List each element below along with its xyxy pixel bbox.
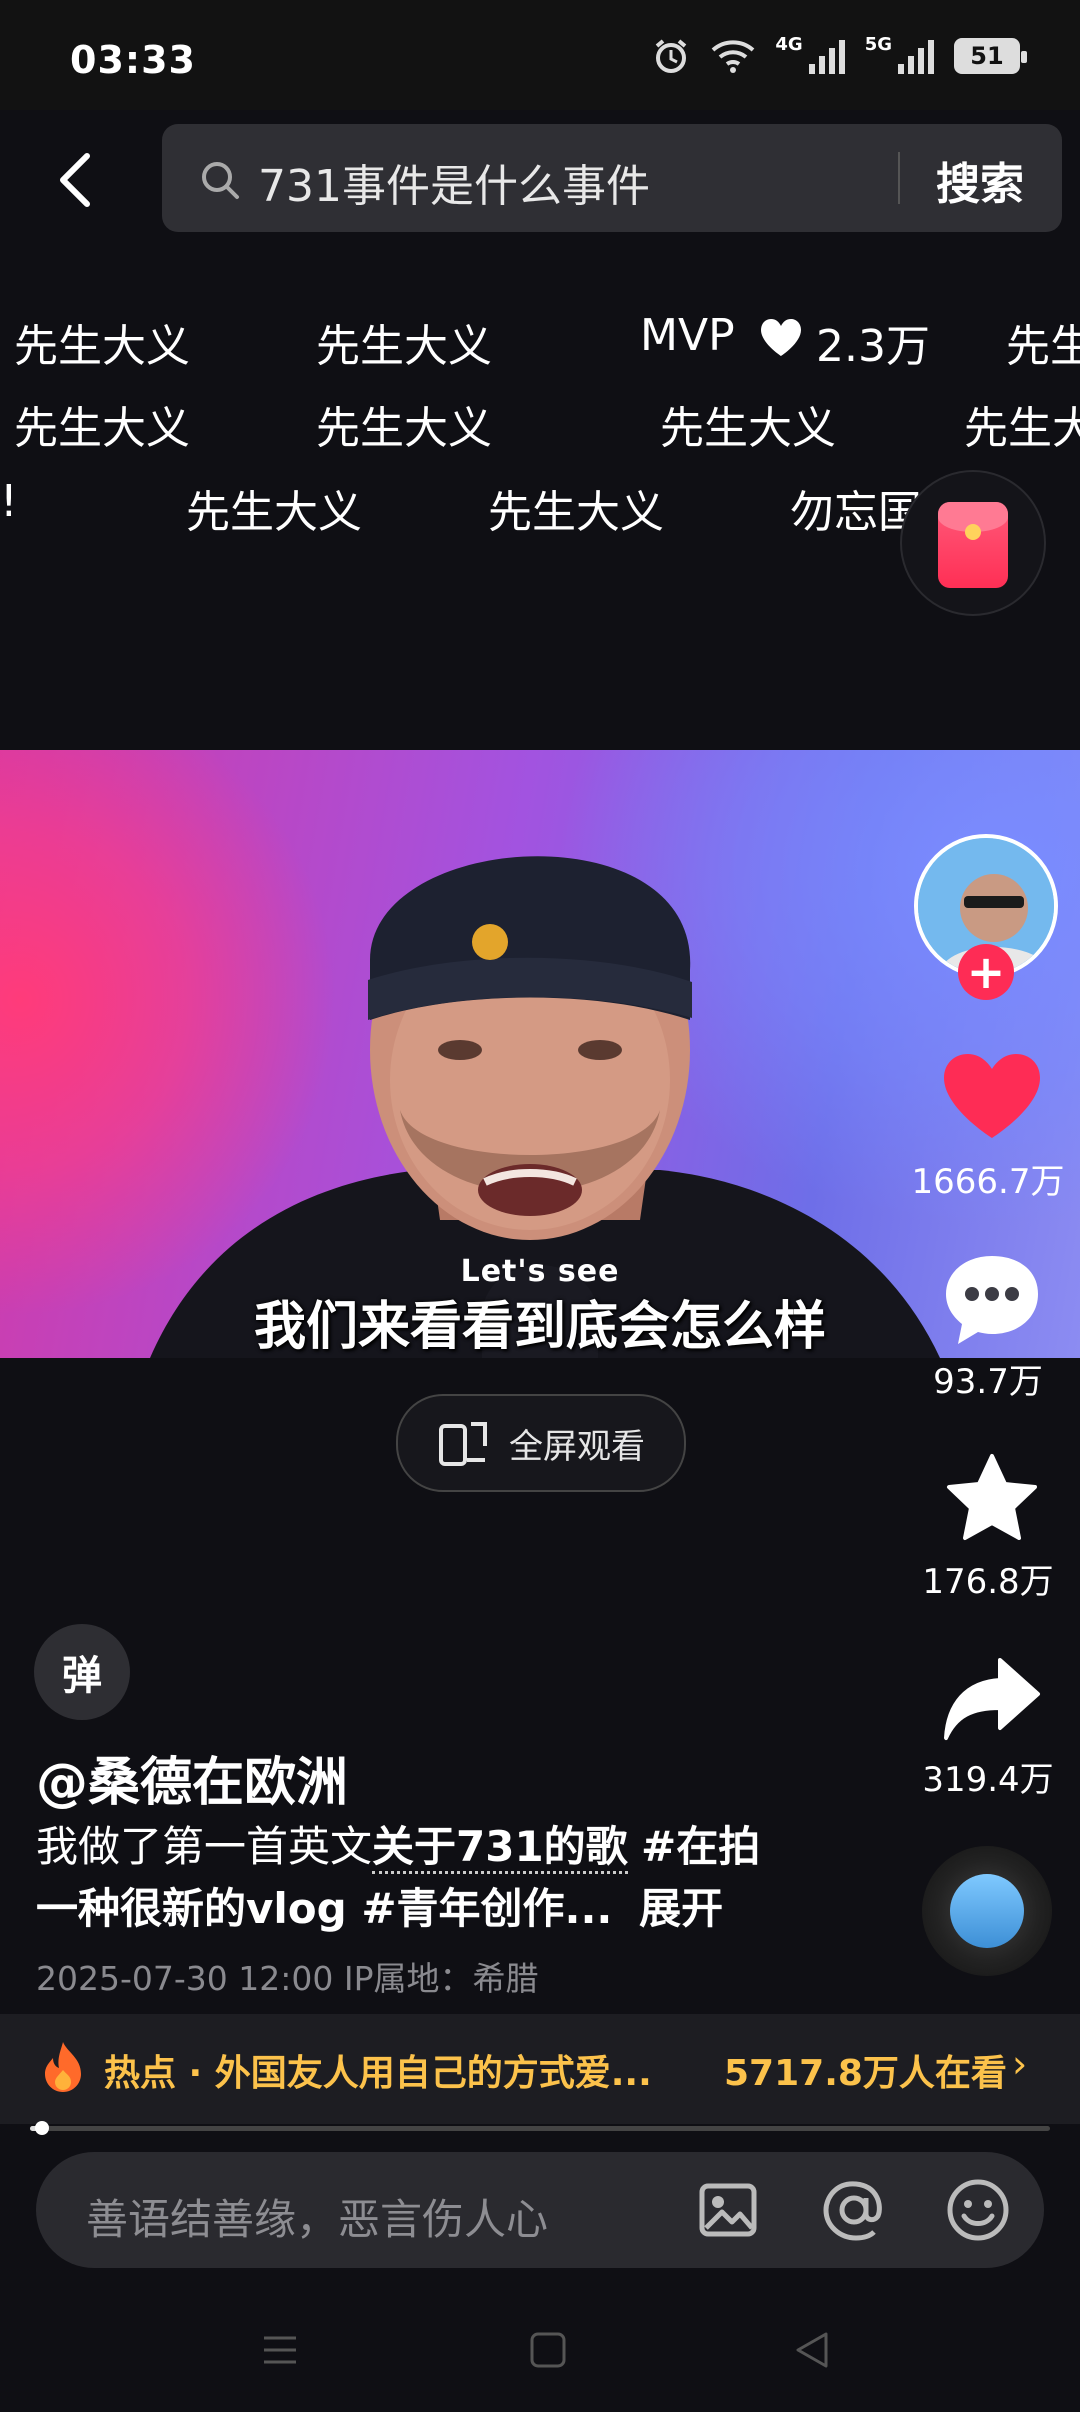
search-box[interactable]: 731事件是什么事件 搜索: [162, 124, 1062, 232]
danmaku-comment: 先生大义: [316, 403, 492, 454]
description-link[interactable]: 关于731的歌: [372, 1822, 628, 1874]
back-triangle-icon[interactable]: [792, 2330, 832, 2374]
like-count: 1666.7万: [911, 1162, 1065, 1202]
danmaku-comment: 先生大: [964, 403, 1080, 454]
danmaku-comment: 先生大义: [186, 487, 362, 538]
author-name[interactable]: @桑德在欧洲: [36, 1740, 348, 1815]
network-5g-label: 5G: [864, 33, 892, 55]
signal-5g-icon: [896, 36, 936, 76]
danmaku-toggle-button[interactable]: 弹: [34, 1624, 130, 1720]
fullscreen-label: 全屏观看: [509, 1426, 645, 1467]
red-packet-button[interactable]: [900, 470, 1046, 616]
wifi-icon: [709, 36, 757, 76]
search-button[interactable]: 搜索: [936, 148, 1024, 212]
expand-button[interactable]: 展开: [639, 1884, 723, 1933]
danmaku-likes: 2.3万: [816, 321, 930, 372]
comment-count: 93.7万: [933, 1362, 1043, 1402]
share-count: 319.4万: [922, 1760, 1054, 1800]
menu-icon[interactable]: [260, 2330, 300, 2374]
alarm-icon: [651, 36, 691, 76]
comment-button[interactable]: [902, 1250, 1080, 1350]
danmaku-comment: 先生大义: [14, 321, 190, 372]
favorite-count: 176.8万: [922, 1562, 1054, 1602]
mention-icon[interactable]: [822, 2178, 886, 2242]
status-bar: 03:33 4G 5G 51: [0, 0, 1080, 110]
system-nav-bar: [0, 2300, 1080, 2412]
heart-icon: [758, 316, 804, 362]
search-icon: [200, 160, 240, 204]
music-cover-image: [950, 1874, 1024, 1948]
description-line2: 一种很新的vlog #青年创作...: [36, 1884, 613, 1933]
danmaku-comment: 先生大义: [660, 403, 836, 454]
hot-topic-text: 热点 · 外国友人用自己的方式爱...: [104, 2053, 652, 2094]
like-button[interactable]: [902, 1050, 1080, 1142]
comment-input-bar[interactable]: 善语结善缘，恶言伤人心: [36, 2152, 1044, 2268]
home-icon[interactable]: [528, 2330, 568, 2374]
comment-bubble-icon: [946, 1256, 1038, 1344]
danmaku-comment: 先生: [1006, 321, 1080, 372]
danmaku-comment: 先生大义: [316, 321, 492, 372]
description-hashtag[interactable]: #在拍: [641, 1822, 760, 1871]
back-arrow-icon: [60, 153, 90, 207]
danmaku-comment: 先生大义: [14, 403, 190, 454]
hot-topic-viewers: 5717.8万人在看: [724, 2053, 1007, 2094]
publish-info: 2025-07-30 12:00 IP属地：希腊: [36, 1959, 539, 1998]
fullscreen-button[interactable]: 全屏观看: [396, 1394, 686, 1492]
emoji-icon[interactable]: [946, 2178, 1010, 2242]
search-divider: [898, 152, 900, 204]
favorite-button[interactable]: [902, 1452, 1080, 1548]
rotate-screen-icon: [439, 1422, 487, 1466]
music-disc-button[interactable]: [922, 1846, 1052, 1976]
follow-button[interactable]: +: [958, 944, 1014, 1000]
share-arrow-icon: [944, 1658, 1040, 1740]
search-input[interactable]: 731事件是什么事件: [258, 150, 650, 214]
description-text: 我做了第一首英文: [36, 1822, 373, 1871]
danmaku-comment: !: [0, 476, 18, 527]
battery-indicator: 51: [954, 38, 1027, 74]
hot-topic-bar[interactable]: 热点 · 外国友人用自己的方式爱... 5717.8万人在看 ›: [0, 2014, 1080, 2124]
image-icon[interactable]: [696, 2178, 760, 2242]
progress-handle[interactable]: [35, 2121, 50, 2135]
fire-icon: [40, 2040, 86, 2098]
network-4g-label: 4G: [775, 33, 803, 55]
status-icons: 4G 5G 51: [651, 33, 1027, 76]
star-icon: [947, 1454, 1037, 1540]
signal-4g-icon: [807, 36, 847, 76]
back-button[interactable]: [40, 140, 110, 220]
status-time: 03:33: [70, 38, 196, 82]
heart-icon: [944, 1054, 1040, 1138]
video-progress-bar[interactable]: [30, 2121, 1050, 2135]
share-button[interactable]: [902, 1656, 1080, 1742]
danmaku-comment: 先生大义: [488, 487, 664, 538]
video-description: 我做了第一首英文关于731的歌 #在拍 一种很新的vlog #青年创作... 展…: [36, 1816, 856, 1940]
comment-input[interactable]: 善语结善缘，恶言伤人心: [86, 2186, 548, 2247]
red-packet-icon: [938, 502, 1008, 588]
chevron-right-icon: ›: [1012, 2042, 1028, 2086]
danmaku-comment: MVP: [640, 310, 735, 361]
